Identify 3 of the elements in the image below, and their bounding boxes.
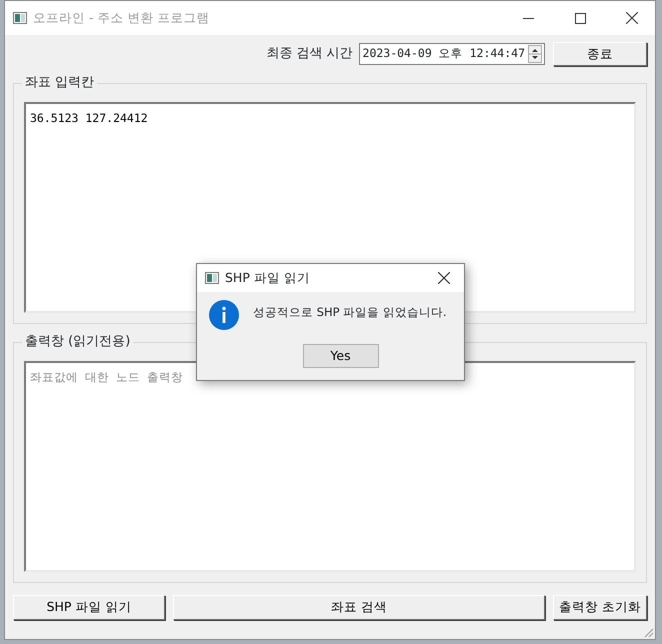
window-title: 오프라인 - 주소 변환 프로그램 bbox=[33, 8, 210, 27]
dialog-title: SHP 파일 읽기 bbox=[225, 268, 311, 287]
last-search-label: 최종 검색 시간 bbox=[266, 45, 353, 64]
